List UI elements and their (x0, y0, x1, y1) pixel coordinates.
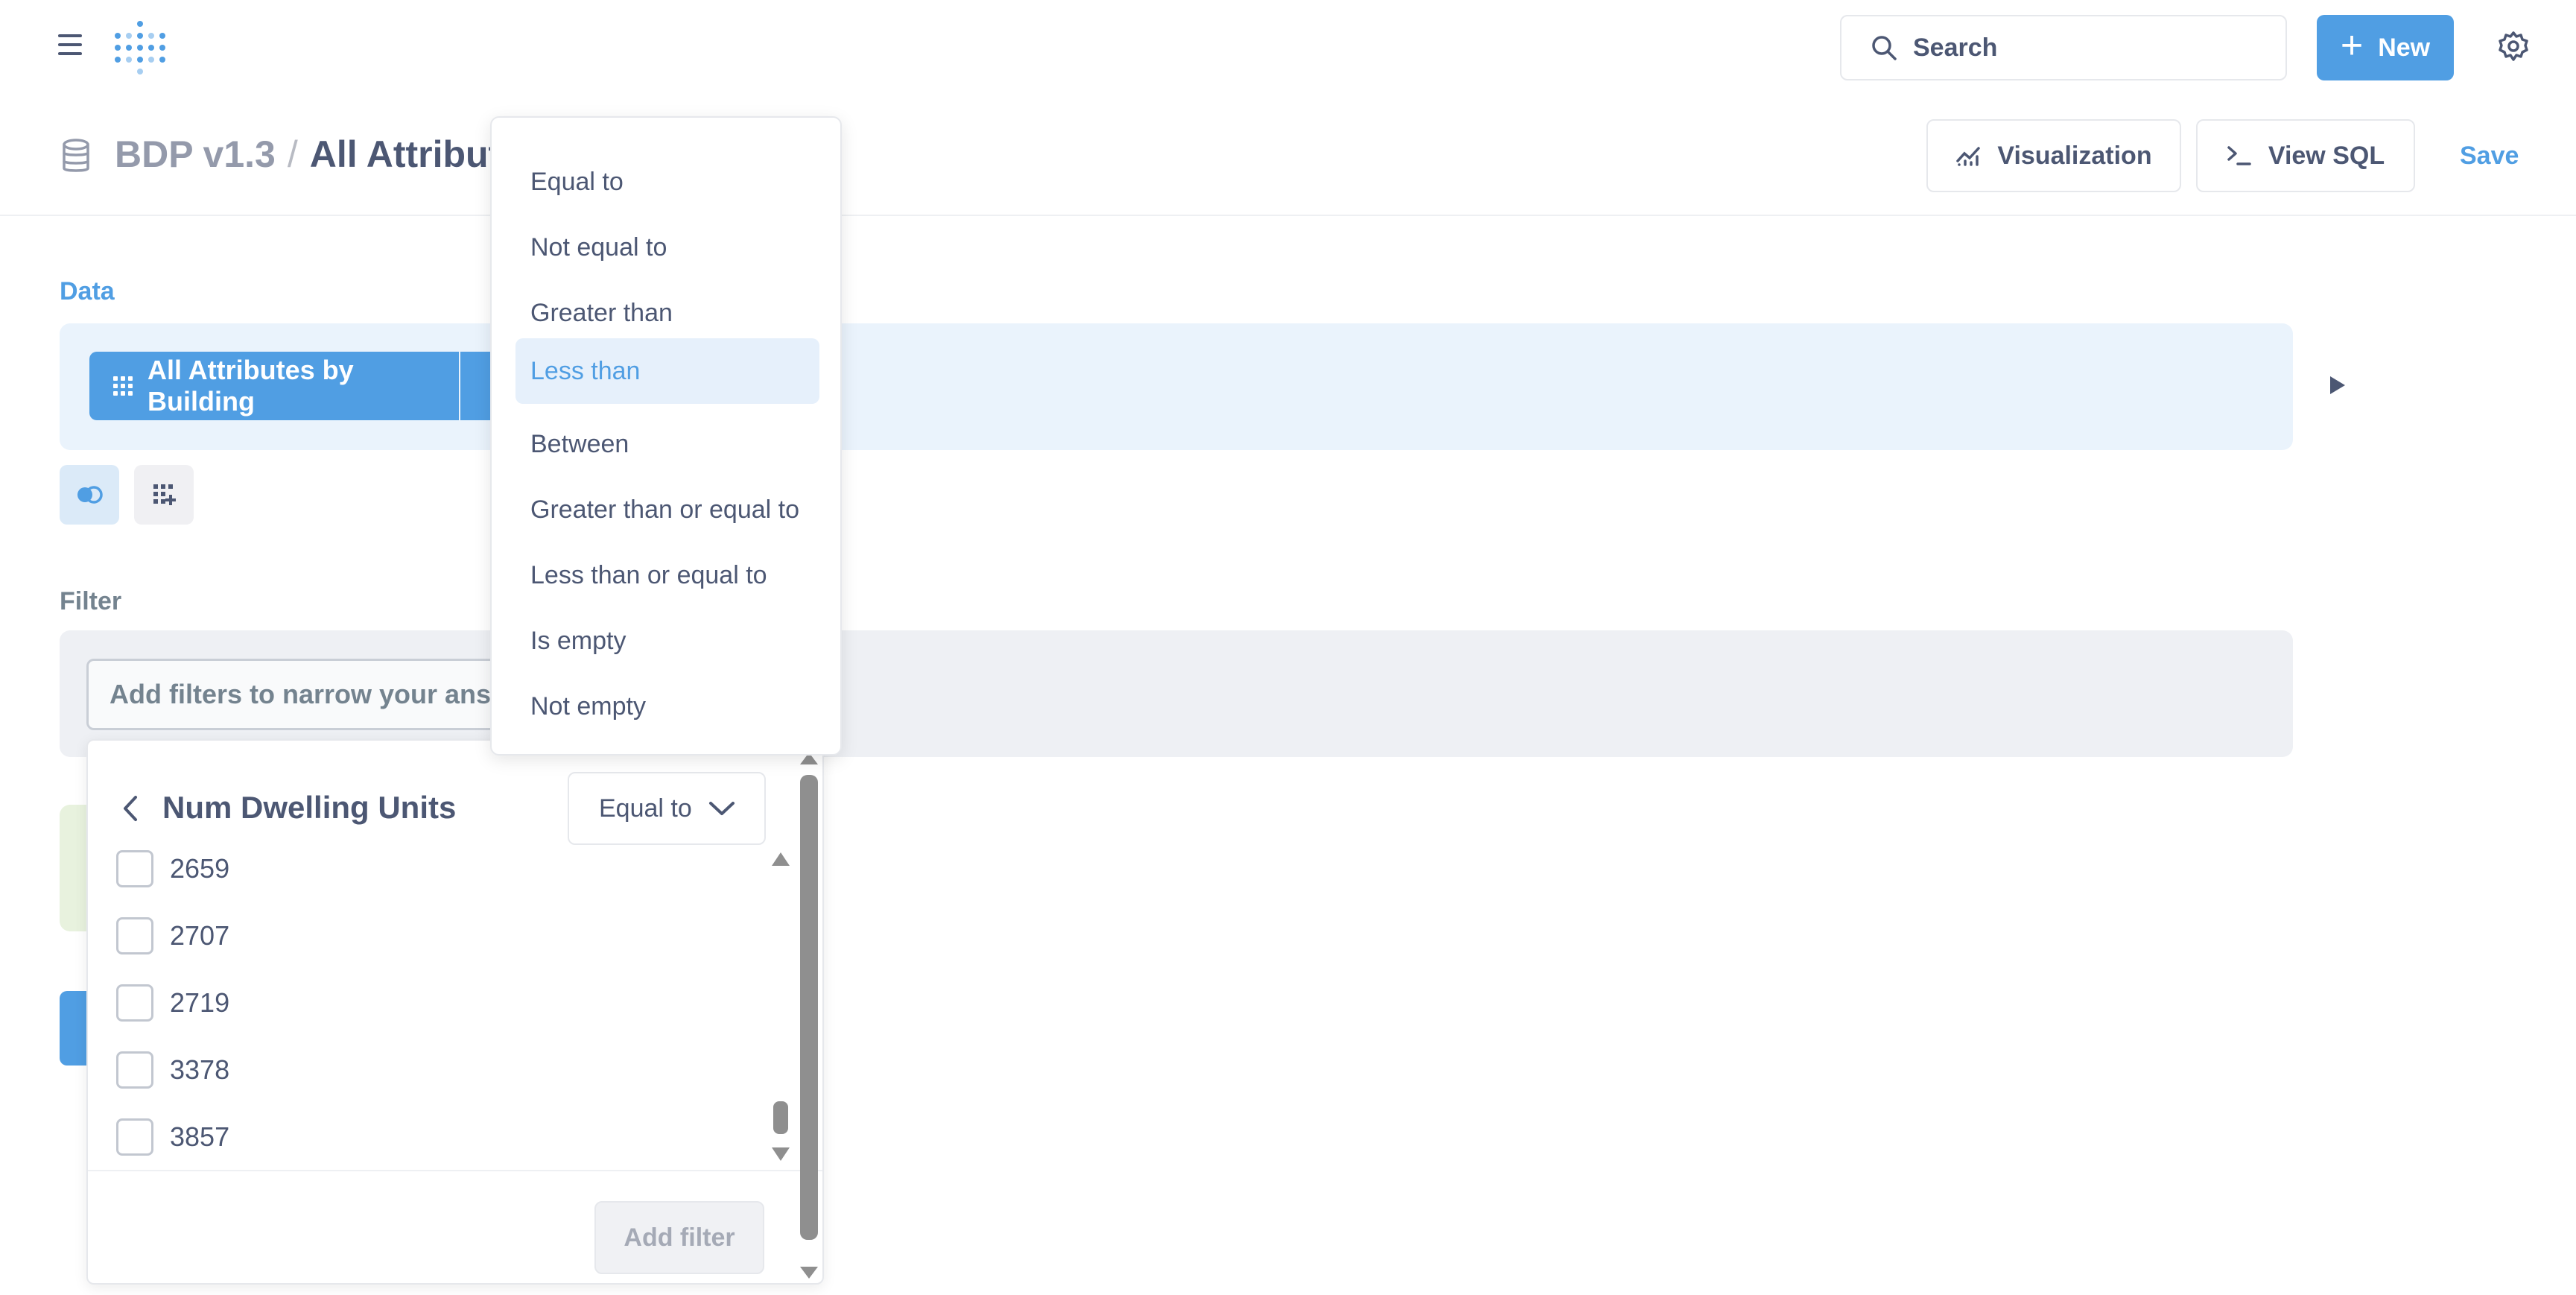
filter-section-label: Filter (60, 587, 122, 615)
value-option[interactable]: 2659 (116, 846, 229, 891)
list-scroll-down-arrow[interactable] (772, 1147, 790, 1161)
join-icon (77, 486, 103, 504)
operator-option-greater-than[interactable]: Greater than (515, 280, 819, 346)
operator-option-equal-to[interactable]: Equal to (515, 149, 819, 215)
operator-option-greater-than-or-equal-to[interactable]: Greater than or equal to (515, 477, 819, 542)
visualization-button[interactable]: Visualization (1926, 119, 2181, 192)
value-checkbox[interactable] (116, 984, 153, 1022)
value-label: 2719 (170, 987, 230, 1018)
table-grid-icon (113, 376, 133, 396)
operator-option-between[interactable]: Between (515, 411, 819, 477)
data-source-label: All Attributes by Building (147, 355, 354, 417)
value-checkbox[interactable] (116, 917, 153, 954)
database-icon (60, 139, 92, 174)
new-button-label: New (2378, 33, 2431, 62)
popover-scroll-down-arrow[interactable] (800, 1267, 818, 1279)
operator-option-less-than-or-equal-to[interactable]: Less than or equal to (515, 542, 819, 608)
visualize-button[interactable] (60, 991, 86, 1066)
value-checkbox[interactable] (116, 850, 153, 887)
join-button[interactable] (60, 465, 119, 525)
value-option[interactable]: 2719 (116, 981, 229, 1025)
operator-option-not-equal-to[interactable]: Not equal to (515, 215, 819, 280)
chevron-down-icon (708, 802, 735, 815)
data-source-columns-toggle[interactable] (460, 352, 490, 420)
data-source-button[interactable]: All Attributes by Building (89, 352, 459, 420)
terminal-icon (2227, 146, 2251, 165)
gear-icon[interactable] (2497, 30, 2530, 63)
value-checkbox[interactable] (116, 1051, 153, 1089)
chevron-left-icon[interactable] (119, 791, 142, 826)
hamburger-icon[interactable] (58, 34, 86, 60)
line-chart-icon (1956, 147, 1981, 166)
value-list: 2659 2707 2719 3378 3857 (86, 846, 764, 1170)
list-scrollbar-thumb[interactable] (773, 1101, 788, 1134)
add-filter-button[interactable]: Add filter (594, 1201, 764, 1274)
operator-option-is-empty[interactable]: Is empty (515, 608, 819, 674)
value-label: 3378 (170, 1054, 230, 1085)
operator-menu: Equal to Not equal to Greater than Less … (490, 116, 842, 756)
value-option[interactable]: 3378 (116, 1048, 229, 1092)
visualization-label: Visualization (1997, 141, 2152, 170)
value-option[interactable]: 3857 (116, 1115, 229, 1159)
custom-column-button[interactable] (134, 465, 194, 525)
popover-footer-divider (88, 1170, 822, 1171)
search-icon (1872, 36, 1897, 60)
header-divider (0, 215, 2576, 216)
question-title[interactable]: All Attribut (310, 133, 501, 175)
new-button[interactable]: + New (2317, 15, 2454, 80)
grid-plus-icon (153, 484, 176, 505)
operator-option-not-empty[interactable]: Not empty (515, 674, 819, 739)
operator-select-value: Equal to (599, 794, 692, 823)
value-label: 2707 (170, 920, 230, 951)
value-option[interactable]: 2707 (116, 914, 229, 958)
save-button[interactable]: Save (2460, 142, 2519, 171)
breadcrumb-separator: / (287, 133, 298, 175)
value-checkbox[interactable] (116, 1118, 153, 1156)
popover-scrollbar-thumb[interactable] (800, 775, 818, 1240)
view-sql-button[interactable]: View SQL (2196, 119, 2415, 192)
search-placeholder: Search (1913, 33, 1998, 62)
view-sql-label: View SQL (2268, 141, 2385, 170)
breadcrumb: BDP v1.3 / All Attribut (115, 133, 501, 176)
plus-icon: + (2340, 24, 2364, 67)
add-filter-input[interactable]: Add filters to narrow your answer (86, 659, 504, 730)
play-icon[interactable] (2327, 374, 2348, 396)
list-scroll-up-arrow[interactable] (772, 852, 790, 866)
search-input[interactable]: Search (1840, 15, 2287, 80)
operator-option-less-than[interactable]: Less than (515, 338, 819, 404)
value-label: 2659 (170, 853, 230, 884)
operator-select[interactable]: Equal to (568, 772, 766, 845)
breadcrumb-database[interactable]: BDP v1.3 (115, 133, 276, 175)
data-section-label: Data (60, 277, 115, 305)
filter-field-name[interactable]: Num Dwelling Units (162, 790, 456, 826)
value-label: 3857 (170, 1121, 230, 1152)
metabase-logo[interactable] (112, 18, 168, 77)
